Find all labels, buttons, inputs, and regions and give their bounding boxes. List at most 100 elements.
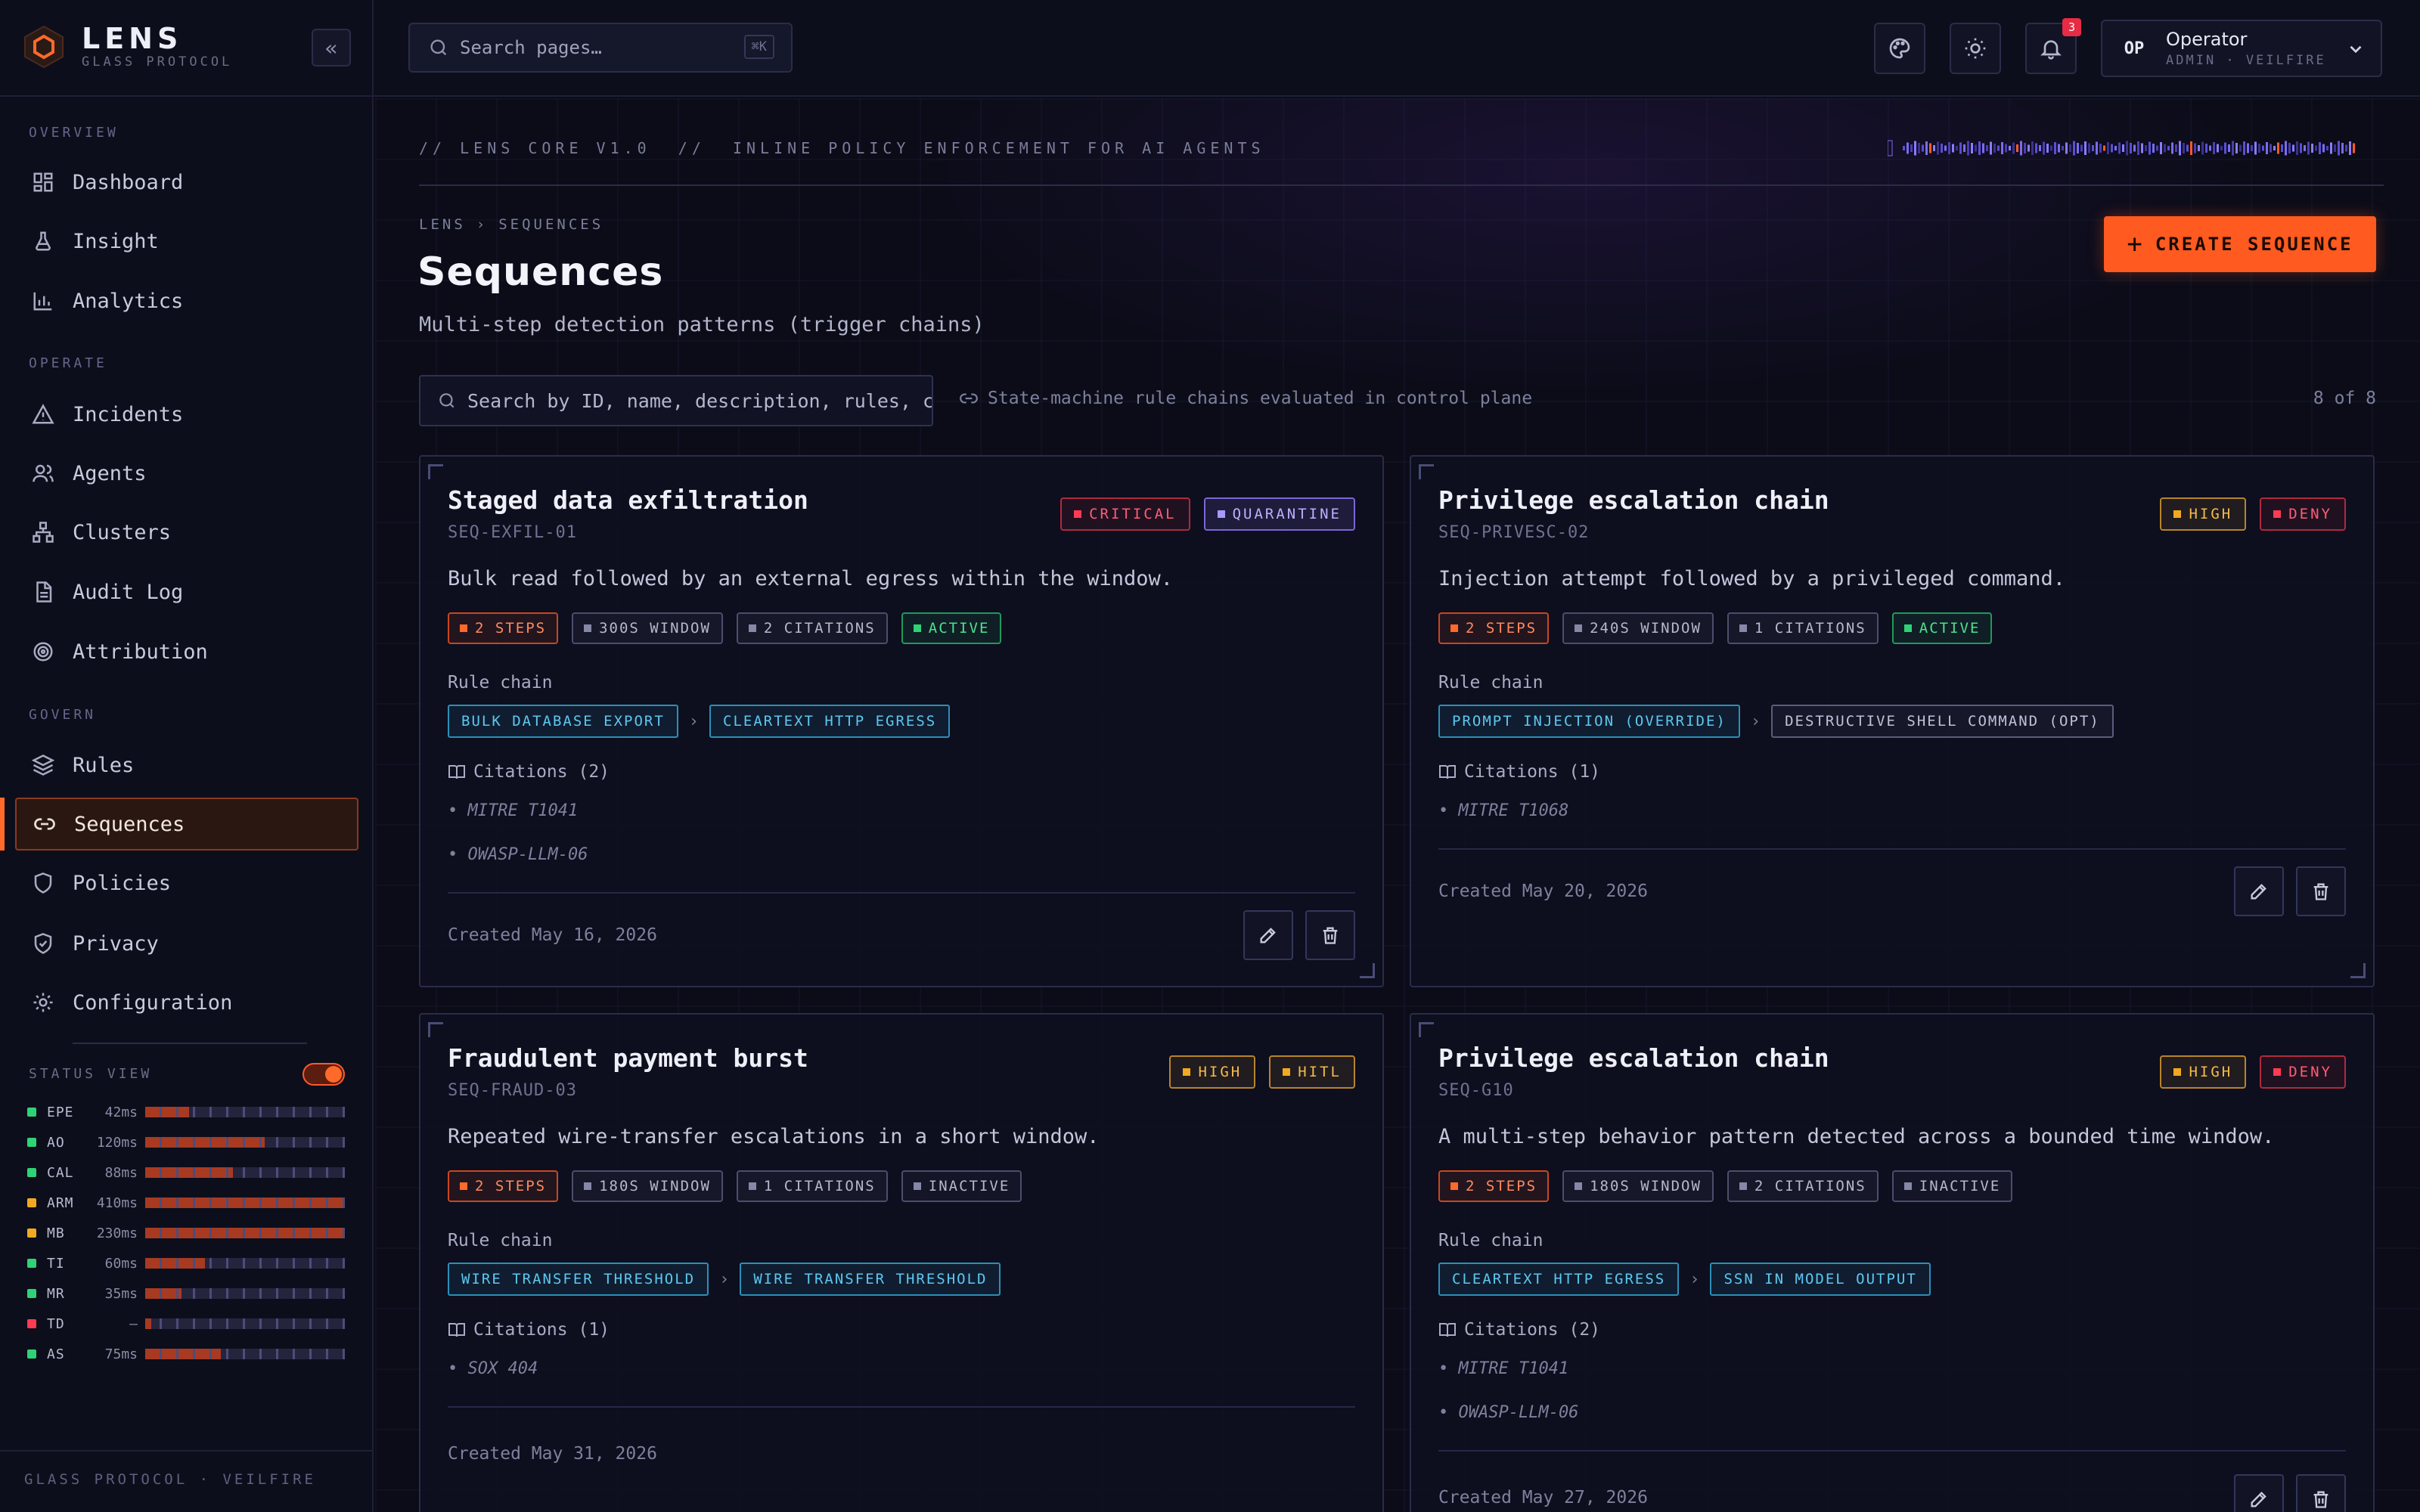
action-badge: DENY (2260, 497, 2346, 531)
brand[interactable]: LENS GLASS PROTOCOL (23, 23, 232, 71)
sparkline-bar (2349, 141, 2351, 155)
collapse-sidebar-button[interactable]: « (312, 29, 351, 67)
sparkline-bar (2099, 144, 2102, 153)
status-code: TI (47, 1255, 65, 1272)
create-sequence-button[interactable]: + CREATE SEQUENCE (2104, 216, 2376, 272)
light-mode-button[interactable] (1950, 23, 2001, 74)
rule-chip[interactable]: PROMPT INJECTION (OVERRIDE) (1438, 705, 1740, 738)
sidebar-item-sequences[interactable]: Sequences (15, 798, 358, 850)
status-view-toggle[interactable] (302, 1063, 345, 1086)
steps-chip: 2 STEPS (1438, 1170, 1550, 1202)
edit-button[interactable] (2234, 1474, 2284, 1512)
status-badge: ACTIVE (901, 612, 1002, 644)
sidebar-item-agents[interactable]: Agents (15, 447, 358, 500)
theme-palette-button[interactable] (1874, 23, 1925, 74)
sparkline-bar (2330, 142, 2332, 154)
delete-button[interactable] (1305, 910, 1355, 960)
rule-chip[interactable]: CLEARTEXT HTTP EGRESS (1438, 1263, 1680, 1296)
steps-chip: 2 STEPS (448, 1170, 559, 1202)
sparkline-bar (1997, 145, 2000, 151)
status-row: TD — (27, 1312, 345, 1335)
status-row: CAL 88ms (27, 1161, 345, 1184)
rule-chip[interactable]: SSN IN MODEL OUTPUT (1710, 1263, 1931, 1296)
book-icon (1438, 1321, 1457, 1339)
user-role: ADMIN · VEILFIRE (2166, 53, 2326, 68)
sparkline-bar (2160, 142, 2162, 154)
card-description: A multi-step behavior pattern detected a… (1438, 1125, 2275, 1148)
status-row: ARM 410ms (27, 1191, 345, 1214)
sparkline-bar (2281, 144, 2283, 152)
sidebar-item-privacy[interactable]: Privacy (15, 917, 358, 970)
flask-icon (29, 227, 57, 256)
window-chip: 240S WINDOW (1562, 612, 1714, 644)
chevron-right-icon: › (476, 216, 489, 233)
sparkline-bar (2228, 144, 2230, 152)
sidebar-item-dashboard[interactable]: Dashboard (15, 156, 358, 209)
page-search-input[interactable]: Search pages… ⌘K (408, 23, 793, 73)
sparkline-bar (2341, 143, 2344, 153)
sidebar-item-insight[interactable]: Insight (15, 215, 358, 268)
sparkline-bar (2334, 144, 2336, 152)
chevron-right-icon: › (1689, 1269, 1700, 1289)
notifications-button[interactable]: 3 (2025, 18, 2081, 74)
rule-chip[interactable]: CLEARTEXT HTTP EGRESS (709, 705, 951, 738)
sparkline-bar (2012, 142, 2015, 154)
edit-button[interactable] (1243, 910, 1293, 960)
edit-button[interactable] (2234, 866, 2284, 916)
sidebar-item-configuration[interactable]: Configuration (15, 976, 358, 1029)
sparkline-bar (2251, 145, 2253, 151)
citations-chip: 2 CITATIONS (1727, 1170, 1879, 1202)
status-latency: 75ms (104, 1346, 138, 1362)
sequence-search-input[interactable]: Search by ID, name, description, rules, … (419, 375, 933, 426)
sidebar-item-audit-log[interactable]: Audit Log (15, 565, 358, 618)
sidebar-item-incidents[interactable]: Incidents (15, 388, 358, 441)
sequence-card: Fraudulent payment burst SEQ-FRAUD-03 HI… (419, 1013, 1384, 1512)
rule-chip[interactable]: DESTRUCTIVE SHELL COMMAND (OPT) (1771, 705, 2114, 738)
status-row: TI 60ms (27, 1252, 345, 1275)
sparkline-bar (2235, 143, 2238, 153)
sparkline-bar (2190, 141, 2192, 155)
latency-bar (145, 1258, 345, 1269)
user-menu[interactable]: OP Operator ADMIN · VEILFIRE (2101, 20, 2382, 77)
sidebar-item-analytics[interactable]: Analytics (15, 274, 358, 327)
breadcrumb-lens[interactable]: LENS (419, 216, 466, 233)
brand-subtitle: GLASS PROTOCOL (82, 54, 233, 70)
network-icon (29, 518, 57, 547)
sidebar-item-attribution[interactable]: Attribution (15, 625, 358, 678)
sun-icon (1963, 36, 1987, 60)
status-dot (27, 1108, 36, 1117)
delete-button[interactable] (2296, 866, 2346, 916)
latency-bar (145, 1228, 345, 1238)
sidebar-item-clusters[interactable]: Clusters (15, 506, 358, 559)
sparkline-bar (2247, 143, 2249, 153)
card-title: Fraudulent payment burst (448, 1043, 808, 1073)
citation-item: • MITRE T1068 (1438, 801, 1569, 820)
rule-chain: PROMPT INJECTION (OVERRIDE) › DESTRUCTIV… (1438, 705, 2114, 738)
sparkline-bar (2167, 146, 2170, 150)
bar-chart-icon (29, 287, 57, 315)
status-code: TD (47, 1315, 65, 1332)
sidebar-item-label: Clusters (73, 520, 172, 544)
sparkline-bar (1982, 143, 1984, 153)
latency-bar (145, 1198, 345, 1208)
sparkline-bar (2164, 144, 2166, 153)
sparkline-bar (2152, 144, 2155, 153)
rule-chip[interactable]: WIRE TRANSFER THRESHOLD (448, 1263, 709, 1296)
sidebar-item-rules[interactable]: Rules (15, 739, 358, 792)
card-corner (1419, 464, 1434, 479)
status-code: EPE (47, 1104, 74, 1120)
sparkline-bar (2300, 143, 2302, 153)
rule-chip[interactable]: BULK DATABASE EXPORT (448, 705, 678, 738)
sidebar-item-label: Attribution (73, 640, 208, 664)
card-title: Privilege escalation chain (1438, 485, 1829, 515)
status-row: AO 120ms (27, 1131, 345, 1154)
latency-bar (145, 1288, 345, 1299)
chevron-right-icon: › (688, 711, 700, 731)
sidebar-item-policies[interactable]: Policies (15, 857, 358, 909)
rule-chip[interactable]: WIRE TRANSFER THRESHOLD (740, 1263, 1001, 1296)
delete-button[interactable] (2296, 1474, 2346, 1512)
sparkline-bar (2198, 145, 2200, 151)
shield-icon (29, 869, 57, 897)
sparkline-bar (2288, 143, 2291, 153)
status-view-title: STATUS VIEW (29, 1066, 153, 1082)
